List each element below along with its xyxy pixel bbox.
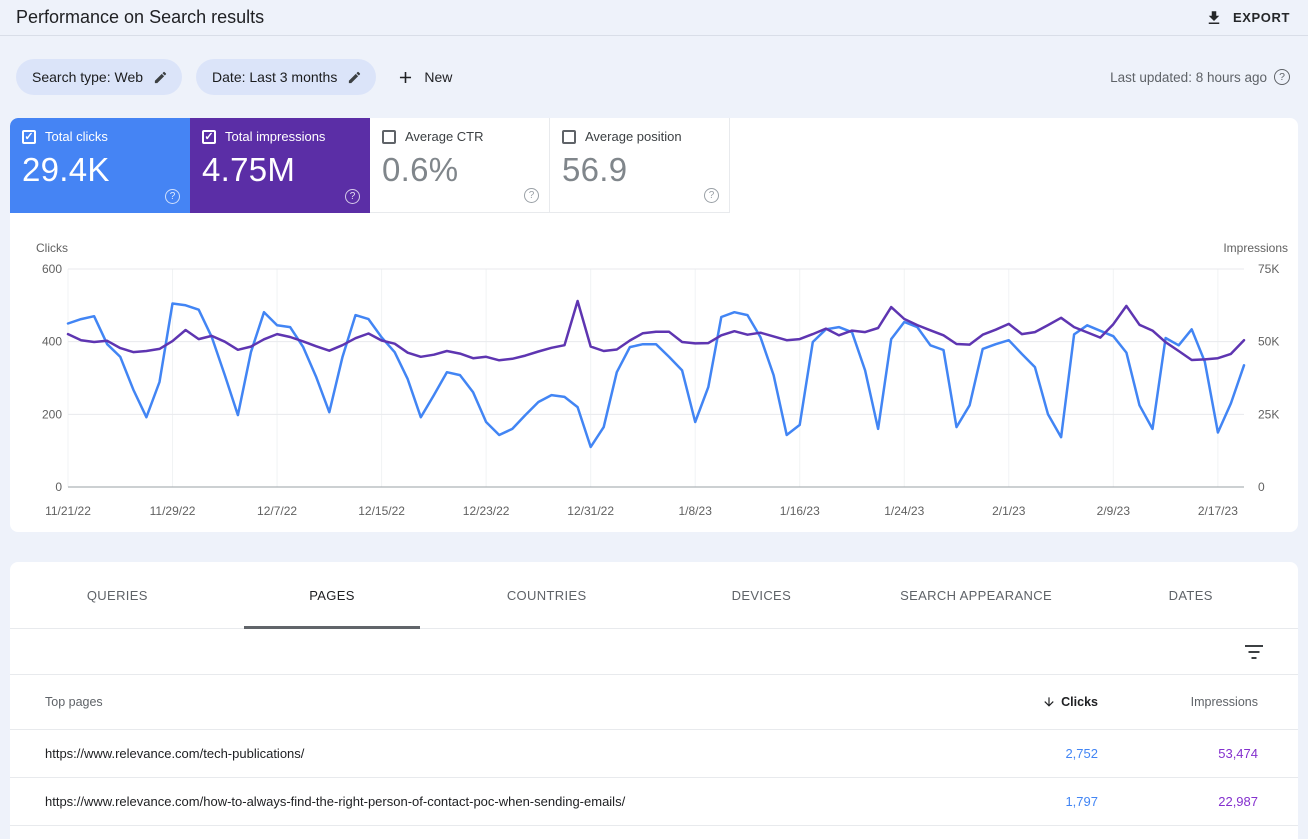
metric-label: Average CTR <box>405 129 484 144</box>
metric-card-average-position[interactable]: Average position 56.9? <box>550 118 730 213</box>
pencil-icon[interactable] <box>347 70 362 85</box>
table-row[interactable]: https://www.relevance.com/how-to-always-… <box>10 778 1298 826</box>
svg-text:11/21/22: 11/21/22 <box>45 504 91 518</box>
performance-chart[interactable]: 0 0 200 25K 400 50K 600 75K Clicks Impressions 11/… <box>16 221 1292 529</box>
tab-pages[interactable]: PAGES <box>225 562 440 629</box>
help-circle-icon[interactable]: ? <box>165 189 180 204</box>
metric-value: 56.9 <box>562 151 628 188</box>
table-body: https://www.relevance.com/tech-publicati… <box>10 730 1298 826</box>
svg-text:2/9/23: 2/9/23 <box>1097 504 1131 518</box>
download-icon <box>1208 10 1220 24</box>
new-filter-label: New <box>424 69 453 85</box>
export-label: EXPORT <box>1232 10 1290 25</box>
svg-text:2/1/23: 2/1/23 <box>992 504 1026 518</box>
svg-text:2/17/23: 2/17/23 <box>1198 504 1238 518</box>
tab-countries[interactable]: COUNTRIES <box>439 562 654 628</box>
help-circle-icon[interactable]: ? <box>345 189 360 204</box>
help-circle-icon[interactable]: ? <box>704 188 719 203</box>
column-header-impressions[interactable]: Impressions <box>1191 695 1258 709</box>
metric-label: Average position <box>585 129 682 144</box>
svg-text:Impressions: Impressions <box>1223 241 1288 255</box>
last-updated: Last updated: 8 hours ago ? <box>1110 69 1290 85</box>
svg-text:50K: 50K <box>1258 335 1279 349</box>
page-url[interactable]: https://www.relevance.com/how-to-always-… <box>45 794 938 809</box>
svg-text:Clicks: Clicks <box>36 241 68 255</box>
table-row[interactable]: https://www.relevance.com/tech-publicati… <box>10 730 1298 778</box>
svg-text:200: 200 <box>42 407 62 421</box>
chart-line-clicks <box>66 302 1246 449</box>
filter-icon[interactable] <box>1244 644 1264 660</box>
tab-queries[interactable]: QUERIES <box>10 562 225 628</box>
svg-text:1/24/23: 1/24/23 <box>884 504 924 518</box>
checkbox-unchecked-icon[interactable] <box>382 129 396 144</box>
search-type-chip-label: Search type: Web <box>32 69 144 85</box>
impressions-value: 53,474 <box>1218 746 1258 761</box>
metric-label: Total clicks <box>45 129 108 144</box>
svg-text:1/16/23: 1/16/23 <box>780 504 820 518</box>
tab-dates[interactable]: DATES <box>1083 562 1298 628</box>
svg-text:1/8/23: 1/8/23 <box>679 504 713 518</box>
svg-text:12/31/22: 12/31/22 <box>567 504 614 518</box>
page-url[interactable]: https://www.relevance.com/tech-publicati… <box>45 746 938 761</box>
metric-value: 0.6% <box>382 151 459 188</box>
chart-line-impressions <box>66 299 1246 362</box>
metric-value: 29.4K <box>22 151 110 188</box>
help-circle-icon[interactable]: ? <box>524 188 539 203</box>
date-range-chip-label: Date: Last 3 months <box>212 69 338 85</box>
metric-card-total-clicks[interactable]: ✓ Total clicks 29.4K? <box>10 118 190 213</box>
search-type-chip[interactable]: Search type: Web <box>16 59 183 95</box>
new-filter-button[interactable]: New <box>396 68 452 87</box>
tab-search-appearance[interactable]: SEARCH APPEARANCE <box>869 562 1084 628</box>
tab-devices[interactable]: DEVICES <box>654 562 869 628</box>
chart-area: 0 0 200 25K 400 50K 600 75K Clicks Impressions 11/… <box>10 213 1298 532</box>
svg-text:0: 0 <box>55 480 62 494</box>
export-button[interactable]: EXPORT <box>1205 9 1290 27</box>
metric-value: 4.75M <box>202 151 296 188</box>
metric-card-total-impressions[interactable]: ✓ Total impressions 4.75M? <box>190 118 370 213</box>
top-bar: Performance on Search results EXPORT <box>0 0 1308 36</box>
help-circle-icon[interactable]: ? <box>1274 69 1290 85</box>
checkbox-checked-icon[interactable]: ✓ <box>22 129 36 144</box>
filter-bar: Search type: Web Date: Last 3 months New… <box>0 36 1308 118</box>
plus-icon <box>400 71 412 83</box>
svg-text:11/29/22: 11/29/22 <box>150 504 196 518</box>
metric-cards-row: ✓ Total clicks 29.4K? ✓ Total impressions 4.7… <box>10 118 1298 213</box>
column-header-top-pages[interactable]: Top pages <box>45 695 938 709</box>
checkbox-unchecked-icon[interactable] <box>562 129 576 144</box>
table-header-row: Top pages Clicks Impressions <box>10 675 1298 730</box>
table-panel: QUERIES PAGES COUNTRIES DEVICES SEARCH APPEA… <box>10 562 1298 839</box>
page-title: Performance on Search results <box>16 7 265 27</box>
last-updated-text: Last updated: 8 hours ago <box>1110 69 1267 85</box>
clicks-value: 2,752 <box>1065 746 1098 761</box>
svg-text:12/23/22: 12/23/22 <box>463 504 510 518</box>
metric-card-average-ctr[interactable]: Average CTR 0.6%? <box>370 118 550 213</box>
svg-text:12/7/22: 12/7/22 <box>257 504 297 518</box>
sort-down-icon <box>1044 697 1054 707</box>
pencil-icon[interactable] <box>153 70 168 85</box>
svg-text:600: 600 <box>42 262 62 276</box>
impressions-value: 22,987 <box>1218 794 1258 809</box>
table-filter-row <box>10 629 1298 675</box>
clicks-value: 1,797 <box>1065 794 1098 809</box>
dimension-tabs: QUERIES PAGES COUNTRIES DEVICES SEARCH APPEA… <box>10 562 1298 629</box>
svg-text:25K: 25K <box>1258 407 1279 421</box>
svg-text:12/15/22: 12/15/22 <box>358 504 405 518</box>
metric-label: Total impressions <box>225 129 326 144</box>
column-header-clicks[interactable]: Clicks <box>1042 695 1098 709</box>
date-range-chip[interactable]: Date: Last 3 months <box>196 59 377 95</box>
svg-text:400: 400 <box>42 335 62 349</box>
svg-text:0: 0 <box>1258 480 1265 494</box>
svg-text:75K: 75K <box>1258 262 1279 276</box>
checkbox-checked-icon[interactable]: ✓ <box>202 129 216 144</box>
performance-panel: ✓ Total clicks 29.4K? ✓ Total impressions 4.7… <box>10 118 1298 532</box>
